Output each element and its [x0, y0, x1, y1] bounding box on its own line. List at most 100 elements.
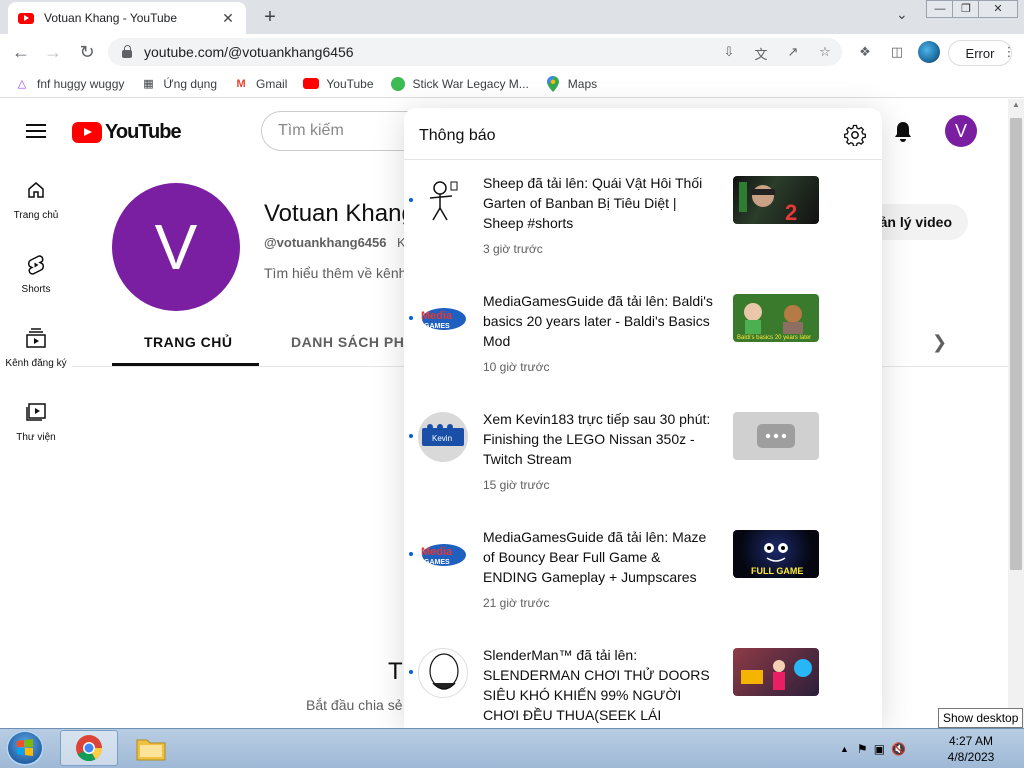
volume-muted-icon[interactable]: 🔇: [891, 742, 906, 756]
bookmark-fnf-huggy-wuggy[interactable]: △ fnf huggy wuggy: [14, 76, 125, 92]
windows-logo-icon: [17, 739, 33, 756]
sidebar-item-subscriptions[interactable]: Kênh đăng ký: [0, 328, 72, 369]
channel-name: Votuan Khang: [264, 200, 415, 227]
bookmark-stick-war[interactable]: Stick War Legacy M...: [390, 76, 529, 92]
unread-dot: [409, 198, 413, 202]
channel-description-link[interactable]: Tìm hiểu thêm về kênh: [264, 265, 406, 281]
tab-playlists[interactable]: DANH SÁCH PHÁ: [291, 334, 415, 350]
clock-time: 4:27 AM: [948, 734, 994, 748]
channel-handle: @votuankhang6456: [264, 235, 387, 250]
video-thumbnail[interactable]: 2: [733, 176, 819, 224]
notification-text: Sheep đã tải lên: Quái Vật Hôi Thối Gart…: [483, 175, 703, 231]
home-icon: [0, 180, 72, 202]
show-desktop-tooltip: Show desktop: [938, 708, 1024, 728]
kevin183-avatar: Kevin: [418, 412, 468, 462]
notification-item[interactable]: SlenderMan™ đã tải lên: SLENDERMAN CHƠI …: [404, 647, 882, 728]
system-tray: ▲ ⚑ ▣ 🔇: [840, 732, 906, 766]
back-arrow-icon[interactable]: ←: [10, 42, 32, 63]
library-icon: [0, 402, 72, 424]
subscriptions-icon: [0, 328, 72, 350]
tab-search-icon[interactable]: ⌄: [896, 6, 908, 23]
notification-item[interactable]: Sheep đã tải lên: Quái Vật Hôi Thối Gart…: [404, 175, 882, 294]
kevin-avatar-text: Kevin: [432, 434, 452, 443]
url-text: youtube.com/@votuankhang6456: [144, 44, 354, 60]
youtube-logo[interactable]: YouTube: [72, 121, 182, 144]
media-logo-text: Media: [421, 546, 453, 558]
gmail-icon: M: [236, 77, 246, 90]
tab-close-icon[interactable]: ✕: [220, 10, 236, 27]
menu-hamburger-icon[interactable]: [26, 124, 46, 138]
triangle-icon: △: [17, 78, 27, 90]
share-icon[interactable]: ↗: [784, 44, 802, 60]
clock-date: 4/8/2023: [947, 750, 995, 764]
taskbar-chrome-button[interactable]: [60, 730, 118, 766]
video-thumbnail[interactable]: [733, 412, 819, 460]
games-logo-text: GAMES: [424, 559, 450, 566]
notifications-panel: Thông báo Sheep đã tải lên: Quái Vật Hôi…: [404, 108, 882, 728]
browser-tab[interactable]: Votuan Khang - YouTube ✕: [8, 2, 246, 34]
sidebar-item-library[interactable]: Thư viện: [0, 402, 72, 443]
notification-text: SlenderMan™ đã tải lên: SLENDERMAN CHƠI …: [483, 647, 710, 728]
bookmark-label: Maps: [567, 76, 598, 91]
empty-state-subtitle: Bắt đầu chia sẻ: [306, 697, 403, 713]
start-button[interactable]: [6, 730, 44, 766]
notification-bell-icon[interactable]: [892, 120, 914, 149]
side-panel-icon[interactable]: ◫: [888, 44, 906, 60]
browser-profile-avatar[interactable]: [918, 41, 940, 63]
bookmark-youtube[interactable]: YouTube: [303, 76, 374, 92]
bookmark-star-icon[interactable]: ☆: [816, 44, 834, 60]
unread-dot: [409, 670, 413, 674]
tray-expand-icon[interactable]: ▲: [840, 744, 849, 754]
mediagamesguide-avatar: Media GAMES: [418, 530, 468, 580]
video-thumbnail[interactable]: [733, 648, 819, 696]
chevron-right-icon[interactable]: ❯: [932, 332, 947, 353]
taskbar-clock[interactable]: 4:27 AM 4/8/2023: [934, 733, 1008, 765]
chrome-icon: [76, 735, 103, 762]
network-icon[interactable]: ▣: [874, 742, 885, 756]
scrollbar-thumb[interactable]: [1010, 118, 1022, 570]
channel-avatar: V: [112, 183, 240, 311]
video-thumbnail[interactable]: Baldi's basics 20 years later: [733, 294, 819, 342]
user-avatar[interactable]: V: [945, 115, 977, 147]
translate-icon[interactable]: 文: [752, 44, 770, 63]
scroll-up-arrow-icon[interactable]: ▲: [1008, 100, 1024, 114]
notification-item[interactable]: Kevin Xem Kevin183 trực tiếp sau 30 phút…: [404, 411, 882, 530]
chrome-menu-icon[interactable]: ⋮: [1000, 44, 1018, 60]
more-dots-icon: [757, 424, 795, 448]
taskbar-explorer-button[interactable]: [122, 730, 180, 766]
sheep-channel-avatar: [418, 176, 468, 226]
install-app-icon[interactable]: ⇩: [720, 44, 738, 60]
reload-icon[interactable]: ↻: [76, 42, 98, 63]
bookmark-label: Stick War Legacy M...: [412, 76, 529, 91]
gear-icon[interactable]: [844, 124, 866, 151]
bookmark-maps[interactable]: Maps: [545, 75, 598, 92]
video-thumbnail[interactable]: FULL GAME: [733, 530, 819, 578]
minimize-button[interactable]: —: [926, 0, 954, 18]
close-window-button[interactable]: ✕: [978, 0, 1018, 18]
sidebar-item-shorts[interactable]: Shorts: [0, 254, 72, 295]
notification-time: 15 giờ trước: [483, 478, 550, 492]
lock-icon[interactable]: [122, 45, 132, 58]
svg-text:2: 2: [785, 200, 797, 224]
new-tab-button[interactable]: +: [260, 6, 280, 29]
sidebar-label: Kênh đăng ký: [5, 358, 67, 369]
stickwar-icon: [390, 76, 406, 92]
bookmark-gmail[interactable]: M Gmail: [233, 76, 287, 92]
sidebar-label: Thư viện: [16, 432, 56, 443]
bookmark-label: Gmail: [256, 76, 288, 91]
bookmark-label: Ứng dụng: [163, 76, 218, 91]
notification-item[interactable]: Media GAMES MediaGamesGuide đã tải lên: M…: [404, 529, 882, 648]
notification-time: 3 giờ trước: [483, 242, 543, 256]
forward-arrow-icon[interactable]: →: [42, 42, 64, 63]
extensions-puzzle-icon[interactable]: ❖: [856, 44, 874, 60]
notification-time: 21 giờ trước: [483, 596, 550, 610]
thumbnail-caption: FULL GAME: [751, 566, 803, 576]
restore-button[interactable]: ❐: [952, 0, 980, 18]
youtube-favicon-icon: [18, 12, 34, 24]
sidebar-item-home[interactable]: Trang chủ: [0, 180, 72, 221]
action-center-flag-icon[interactable]: ⚑: [857, 742, 868, 756]
tab-home[interactable]: TRANG CHỦ: [144, 334, 233, 350]
notification-item[interactable]: Media GAMES MediaGamesGuide đã tải lên: B…: [404, 293, 882, 412]
bookmark-apps[interactable]: ▦ Ứng dụng: [140, 76, 217, 92]
unread-dot: [409, 552, 413, 556]
